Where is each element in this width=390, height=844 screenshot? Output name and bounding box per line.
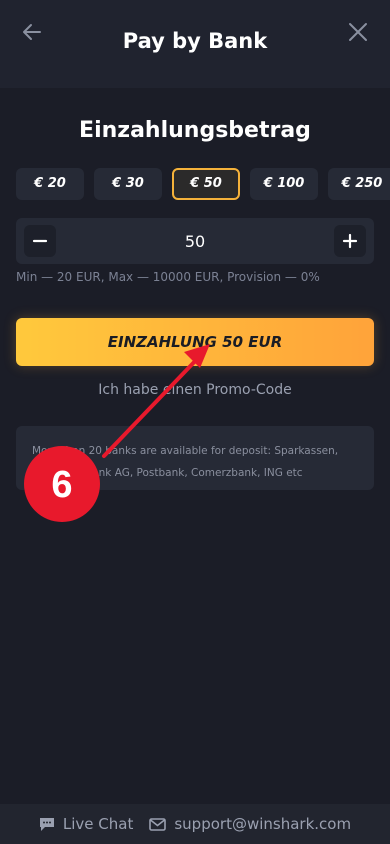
support-email-link[interactable]: support@winshark.com [149, 815, 351, 833]
amount-chip-50[interactable]: € 50 [172, 168, 240, 200]
bank-info-box: More than 20 banks are available for dep… [16, 426, 374, 490]
increase-button[interactable] [334, 225, 366, 257]
page-title: Pay by Bank [122, 29, 268, 53]
promo-code-link[interactable]: Ich habe einen Promo-Code [0, 382, 390, 398]
support-email: support@winshark.com [174, 815, 352, 833]
deposit-button[interactable]: EINZAHLUNG 50 EUR [16, 318, 374, 366]
mail-icon [149, 817, 167, 831]
amount-stepper [16, 218, 374, 264]
amount-input[interactable] [76, 218, 314, 264]
amount-chip-250[interactable]: € 250 [328, 168, 390, 200]
chat-icon [39, 817, 54, 831]
bank-info-line: Deutsche Bank AG, Postbank, Comerzbank, … [32, 467, 303, 479]
amount-chip-100[interactable]: € 100 [250, 168, 318, 200]
deposit-amount-title: Einzahlungsbetrag [79, 118, 311, 143]
amount-chip-row: € 20 € 30 € 50 € 100 € 250 [16, 168, 390, 200]
minus-icon [32, 239, 48, 243]
amount-chip-20[interactable]: € 20 [16, 168, 84, 200]
close-button[interactable] [346, 20, 370, 44]
header-bar: Pay by Bank [0, 0, 390, 88]
amount-chip-30[interactable]: € 30 [94, 168, 162, 200]
footer-bar: Live Chat support@winshark.com [0, 804, 390, 844]
plus-icon [342, 233, 358, 249]
live-chat-link[interactable]: Live Chat [39, 815, 133, 833]
live-chat-label: Live Chat [62, 815, 134, 833]
decrease-button[interactable] [24, 225, 56, 257]
close-icon [349, 23, 367, 41]
bank-info-line: More than 20 banks are available for dep… [32, 445, 339, 457]
deposit-limits-text: Min — 20 EUR, Max — 10000 EUR, Provision… [16, 270, 320, 284]
